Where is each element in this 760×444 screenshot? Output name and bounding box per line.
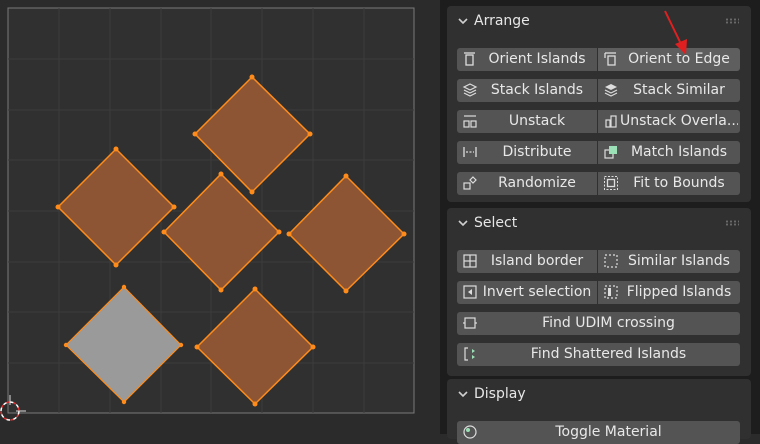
uv-sidebar: Arrange Orient Islands Orient to Edge St… [440,0,760,444]
uv-editor-viewport[interactable] [0,0,440,434]
similar-islands-button[interactable]: Similar Islands [598,250,740,273]
drag-grip-icon[interactable] [725,220,739,226]
fit-bounds-icon [604,176,618,190]
chevron-down-icon [458,18,468,25]
similar-islands-icon [604,254,618,268]
fit-to-bounds-button[interactable]: Fit to Bounds [598,172,740,195]
shattered-islands-icon [464,347,475,361]
orient-islands-icon [464,52,475,66]
display-panel: Display Toggle Material [447,379,751,444]
stack-similar-icon [604,84,618,97]
match-islands-icon [604,146,617,159]
chevron-down-icon [458,391,468,398]
flipped-islands-button[interactable]: Flipped Islands [598,281,740,304]
select-panel-header[interactable]: Select [447,208,751,238]
invert-selection-button[interactable]: Invert selection [457,281,597,304]
material-icon [463,425,477,439]
udim-crossing-icon [463,317,477,329]
stack-islands-button[interactable]: Stack Islands [457,79,597,102]
distribute-icon [463,147,477,157]
arrange-panel-title: Arrange [474,13,530,29]
unstack-button[interactable]: Unstack [457,110,597,133]
island-border-button[interactable]: Island border [457,250,597,273]
unstack-overlap-icon [605,115,617,128]
orient-edge-icon [604,52,616,66]
uv-canvas[interactable] [0,0,440,434]
select-panel: Select Island border Similar Islands Inv… [447,208,751,376]
select-panel-title: Select [474,215,518,231]
match-islands-button[interactable]: Match Islands [598,141,740,164]
stack-icon [462,83,478,97]
toggle-material-button[interactable]: Toggle Material [457,421,740,444]
orient-islands-button[interactable]: Orient Islands [457,48,597,71]
invert-selection-icon [463,285,477,299]
find-shattered-islands-button[interactable]: Find Shattered Islands [457,343,740,366]
flipped-islands-icon [604,285,618,299]
find-udim-crossing-button[interactable]: Find UDIM crossing [457,312,740,335]
chevron-down-icon [458,220,468,227]
island-border-icon [463,254,477,268]
unstack-icon [463,115,477,128]
stack-similar-button[interactable]: Stack Similar [598,79,740,102]
distribute-button[interactable]: Distribute [457,141,597,164]
drag-grip-icon[interactable] [725,18,739,24]
arrange-panel-header[interactable]: Arrange [447,6,751,36]
display-panel-title: Display [474,386,526,402]
arrange-panel: Arrange Orient Islands Orient to Edge St… [447,6,751,202]
orient-to-edge-button[interactable]: Orient to Edge [598,48,740,71]
randomize-button[interactable]: Randomize [457,172,597,195]
randomize-icon [463,176,477,190]
unstack-overlapped-button[interactable]: Unstack Overla... [598,110,740,133]
display-panel-header[interactable]: Display [447,379,751,409]
